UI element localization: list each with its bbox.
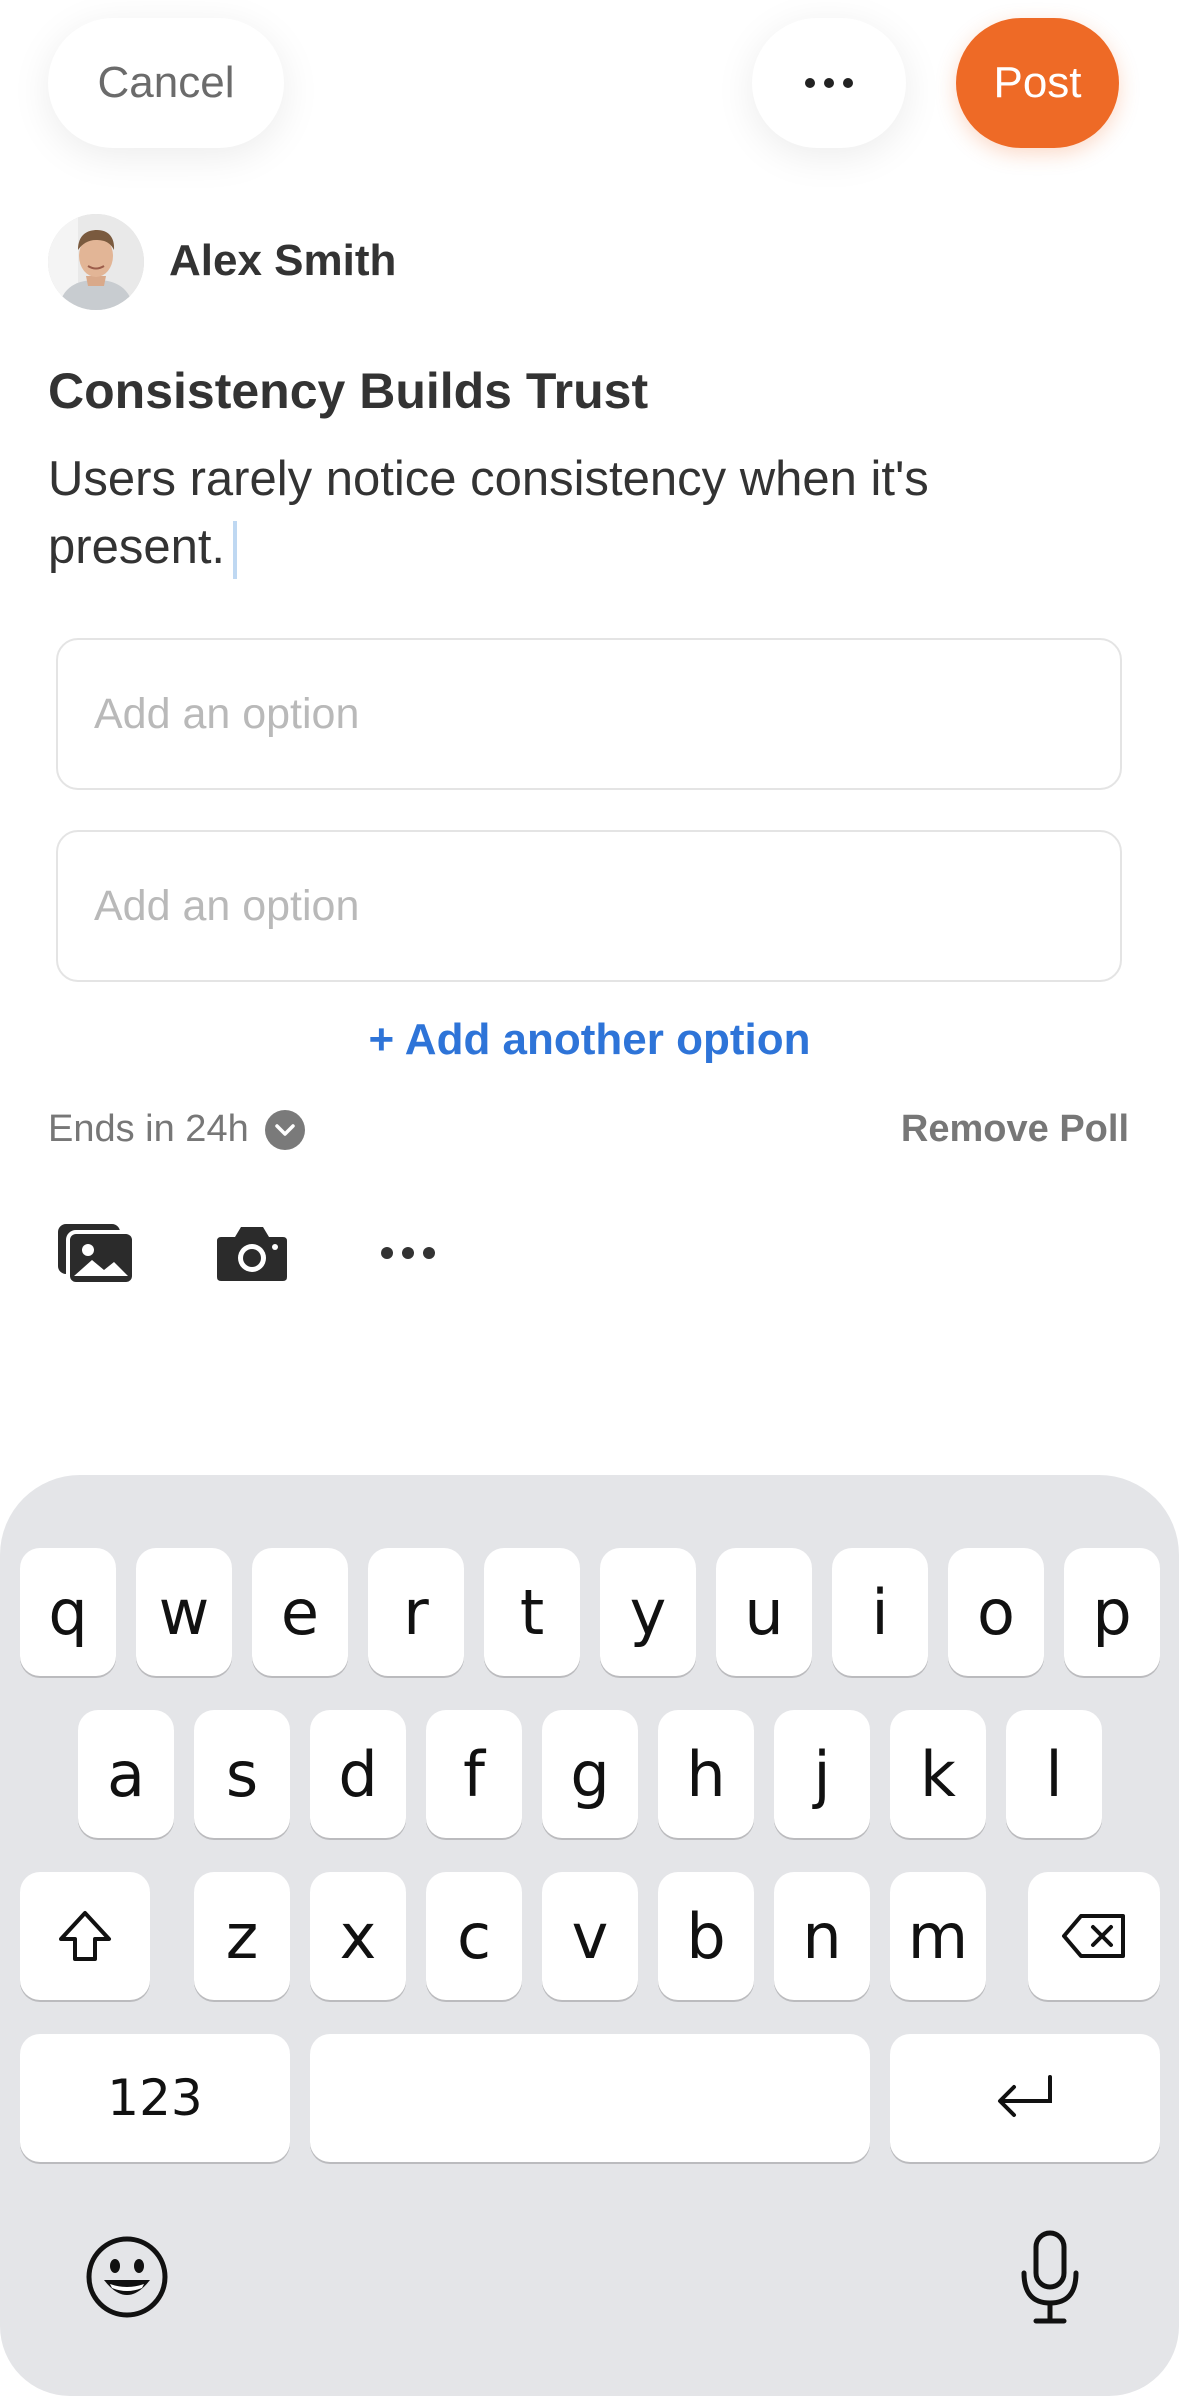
key-l[interactable]: l [1006, 1710, 1102, 1838]
shift-key[interactable] [20, 1872, 150, 2000]
text-caret [233, 521, 238, 580]
on-screen-keyboard: qwertyuiop asdfghjkl zxcvbnm 123 [0, 1475, 1179, 2396]
key-j[interactable]: j [774, 1710, 870, 1838]
post-title[interactable]: Consistency Builds Trust [48, 362, 648, 420]
key-t[interactable]: t [484, 1548, 580, 1676]
key-b[interactable]: b [658, 1872, 754, 2000]
return-key[interactable] [890, 2034, 1160, 2162]
key-a[interactable]: a [78, 1710, 174, 1838]
key-w[interactable]: w [136, 1548, 232, 1676]
key-v[interactable]: v [542, 1872, 638, 2000]
key-x[interactable]: x [310, 1872, 406, 2000]
numbers-key[interactable]: 123 [20, 2034, 290, 2162]
key-g[interactable]: g [542, 1710, 638, 1838]
post-button[interactable]: Post [956, 18, 1119, 148]
chevron-down-icon [264, 1109, 305, 1150]
key-y[interactable]: y [600, 1548, 696, 1676]
space-key[interactable] [310, 2034, 870, 2162]
camera-button[interactable] [212, 1215, 292, 1291]
key-u[interactable]: u [716, 1548, 812, 1676]
shift-icon [59, 1911, 111, 1961]
emoji-icon [86, 2236, 168, 2318]
key-c[interactable]: c [426, 1872, 522, 2000]
post-body-editor[interactable]: Users rarely notice consistency when it'… [48, 445, 1108, 581]
gallery-icon [58, 1224, 136, 1286]
backspace-key[interactable] [1028, 1872, 1160, 2000]
poll-duration-label: Ends in 24h [48, 1108, 249, 1150]
more-options-button[interactable] [752, 18, 906, 148]
ellipsis-icon [805, 78, 853, 88]
key-m[interactable]: m [890, 1872, 986, 2000]
key-f[interactable]: f [426, 1710, 522, 1838]
poll-duration-selector[interactable]: Ends in 24h [48, 1108, 305, 1151]
add-another-option-link[interactable]: + Add another option [0, 1015, 1179, 1065]
key-r[interactable]: r [368, 1548, 464, 1676]
camera-icon [217, 1227, 287, 1281]
poll-option-input-2[interactable] [56, 830, 1122, 982]
post-body-text: Users rarely notice consistency when it'… [48, 452, 929, 574]
key-s[interactable]: s [194, 1710, 290, 1838]
microphone-icon [1021, 2230, 1079, 2324]
dictation-button[interactable] [1010, 2227, 1090, 2327]
key-p[interactable]: p [1064, 1548, 1160, 1676]
key-i[interactable]: i [832, 1548, 928, 1676]
key-n[interactable]: n [774, 1872, 870, 2000]
avatar [48, 214, 144, 310]
backspace-icon [1062, 1914, 1125, 1958]
return-icon [998, 2075, 1052, 2117]
more-icon [381, 1247, 435, 1259]
key-q[interactable]: q [20, 1548, 116, 1676]
key-e[interactable]: e [252, 1548, 348, 1676]
gallery-button[interactable] [56, 1215, 136, 1291]
key-o[interactable]: o [948, 1548, 1044, 1676]
key-k[interactable]: k [890, 1710, 986, 1838]
more-attachments-button[interactable] [368, 1215, 448, 1291]
key-d[interactable]: d [310, 1710, 406, 1838]
remove-poll-button[interactable]: Remove Poll [901, 1108, 1129, 1151]
emoji-button[interactable] [82, 2232, 172, 2322]
poll-option-input-1[interactable] [56, 638, 1122, 790]
author-name: Alex Smith [169, 236, 397, 285]
key-z[interactable]: z [194, 1872, 290, 2000]
cancel-button[interactable]: Cancel [48, 18, 284, 148]
key-h[interactable]: h [658, 1710, 754, 1838]
